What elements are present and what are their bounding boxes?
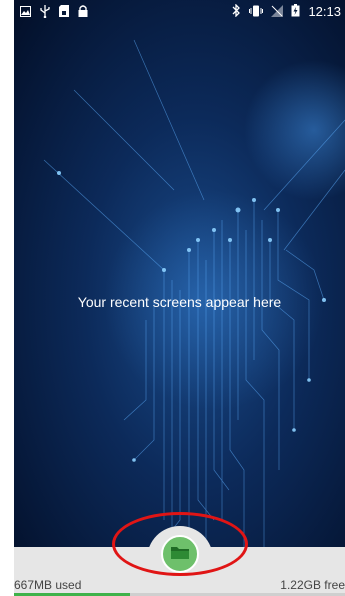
bluetooth-icon xyxy=(232,3,241,20)
status-bar: 12:13 xyxy=(14,0,345,24)
usb-icon xyxy=(40,5,50,21)
image-icon xyxy=(20,5,31,21)
storage-free-label: 1.22GB free xyxy=(280,578,345,592)
phone-screen: 12:13 Your recent screens appear here 66… xyxy=(14,0,345,596)
battery-charging-icon xyxy=(291,4,300,20)
folder-icon xyxy=(170,544,190,565)
lock-icon xyxy=(78,5,88,21)
status-left-icons xyxy=(20,5,88,21)
status-right-icons: 12:13 xyxy=(232,3,341,20)
no-signal-icon xyxy=(271,4,284,20)
files-button[interactable] xyxy=(161,535,199,573)
vibrate-icon xyxy=(249,5,264,20)
circuit-wallpaper xyxy=(14,0,345,547)
recents-empty-message: Your recent screens appear here xyxy=(77,294,282,310)
status-time: 12:13 xyxy=(308,4,341,19)
sim-card-icon xyxy=(59,5,69,21)
storage-used-label: 667MB used xyxy=(14,578,82,592)
